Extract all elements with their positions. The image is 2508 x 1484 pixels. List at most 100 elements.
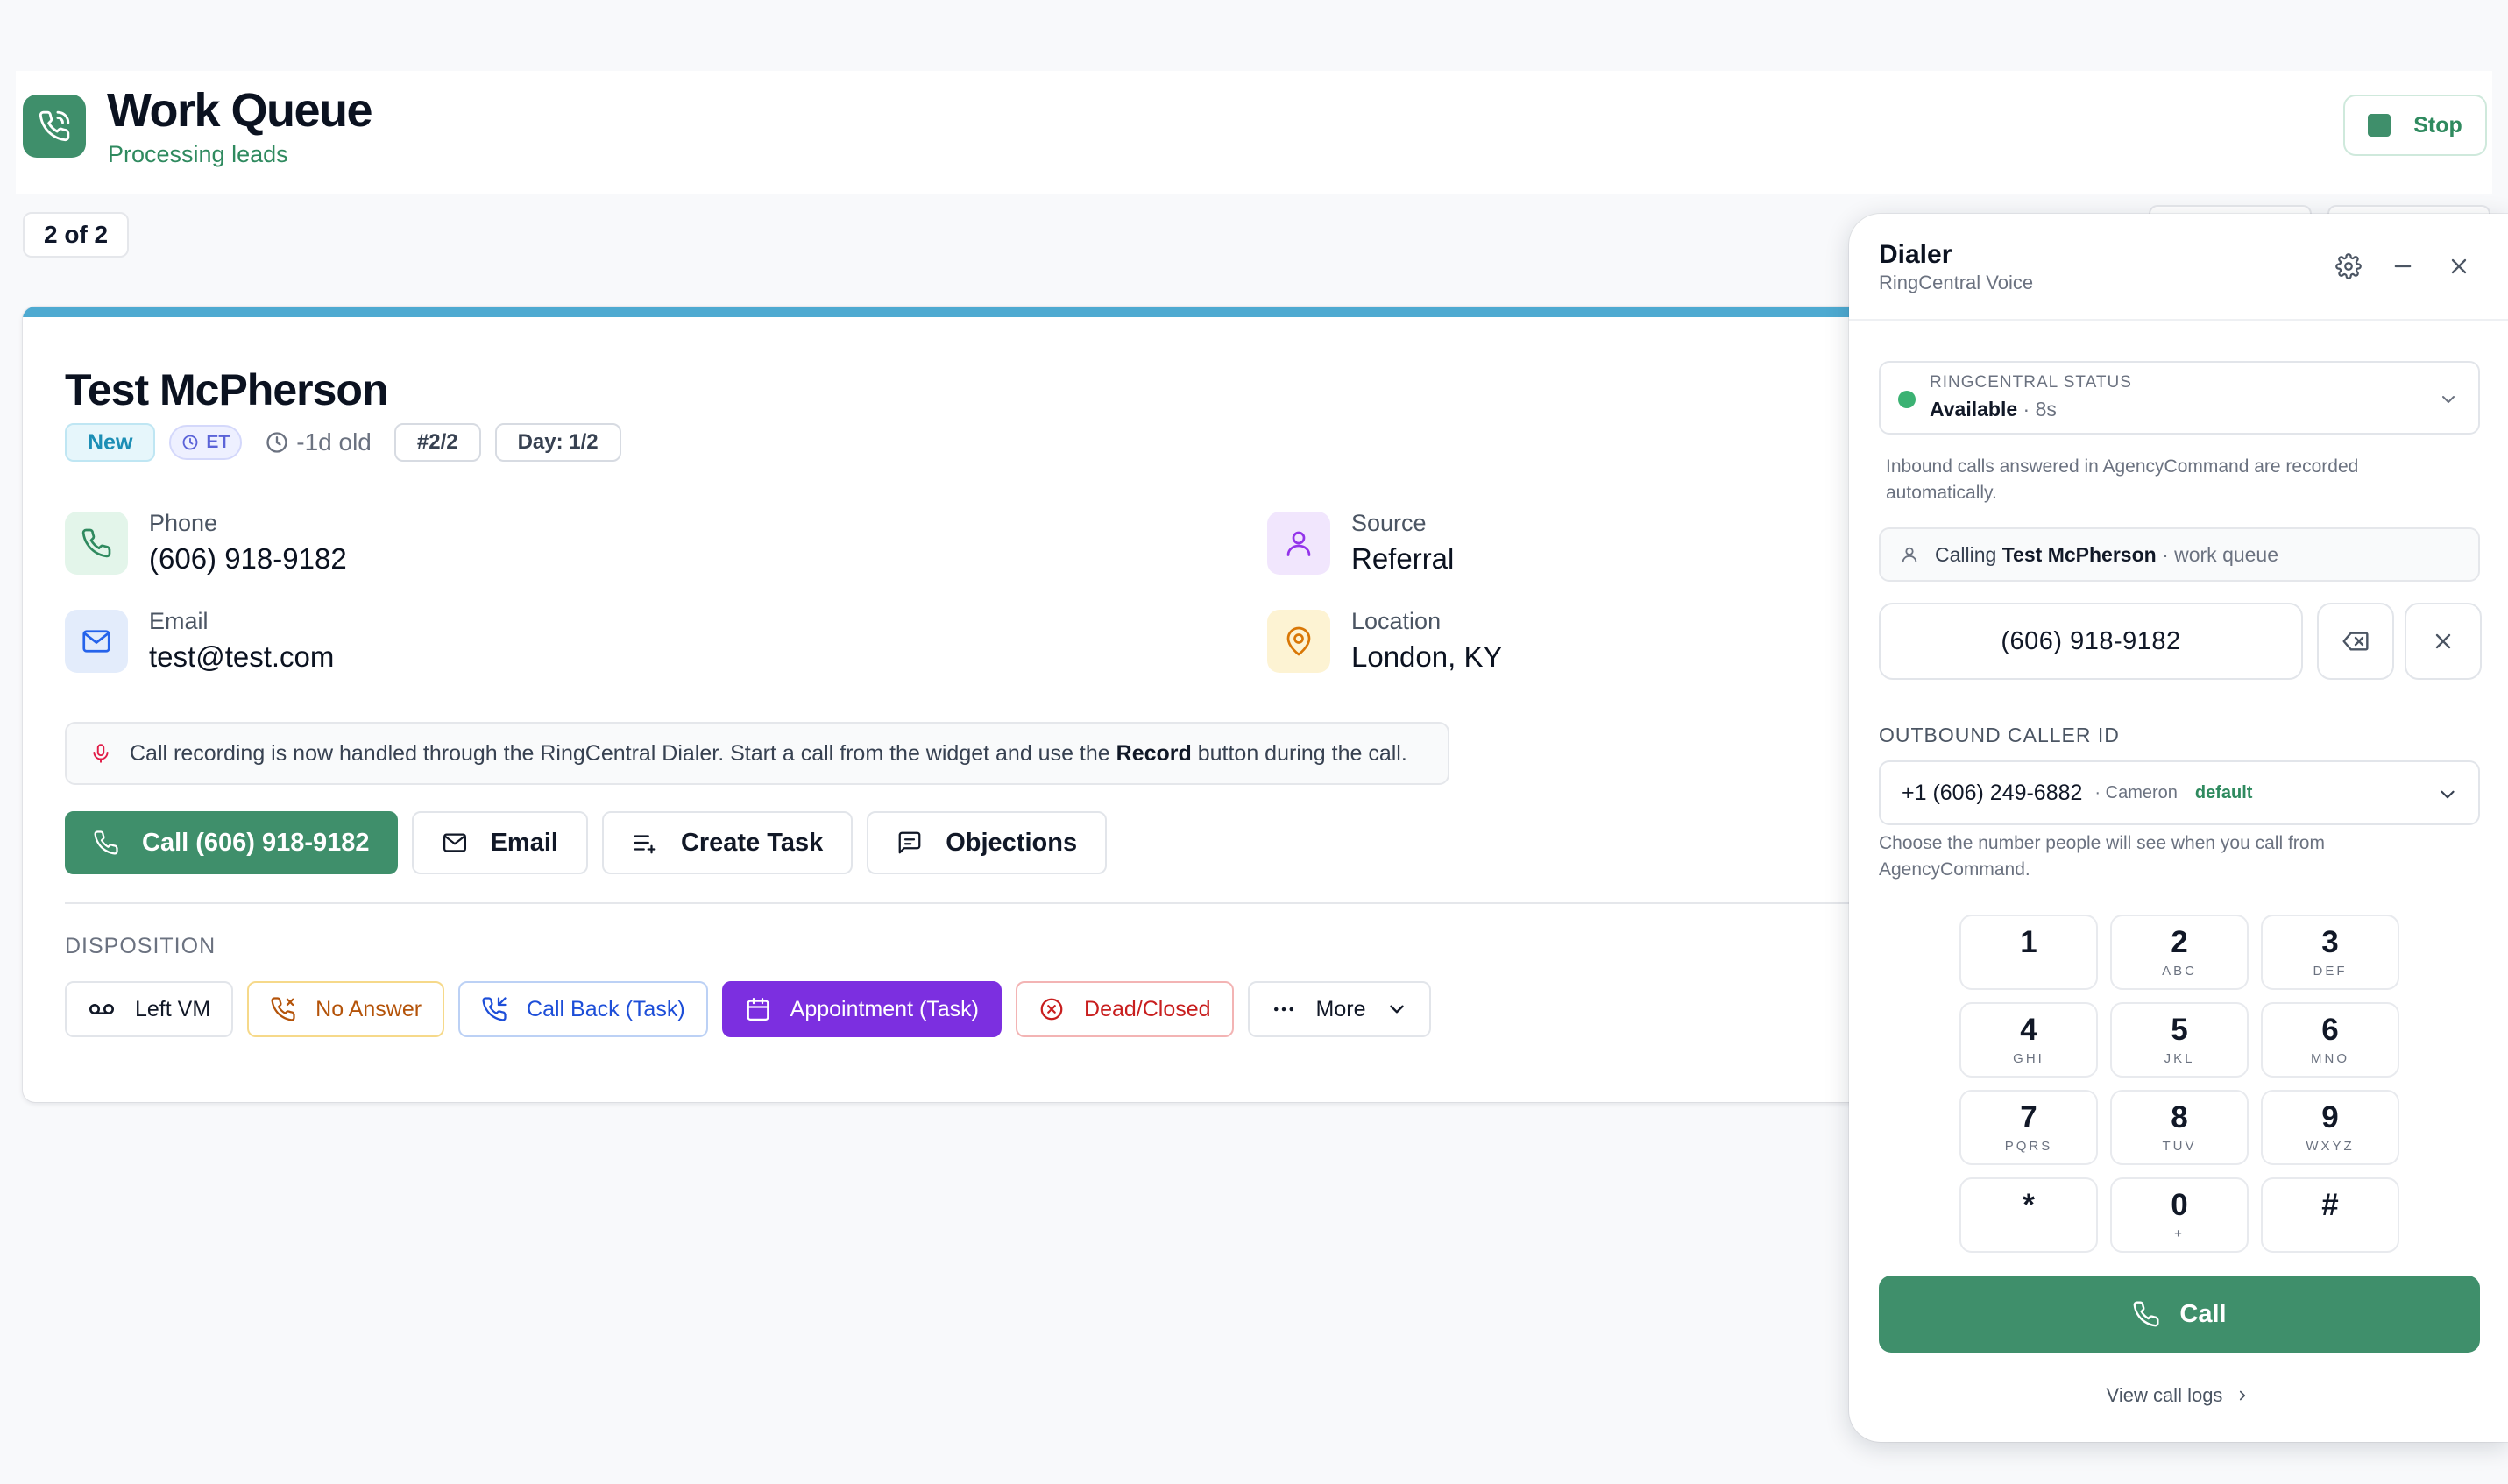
dial-call-button[interactable]: Call	[1879, 1276, 2480, 1353]
status-label: RINGCENTRAL STATUS	[1930, 373, 2132, 392]
calling-prefix: Calling	[1935, 542, 1997, 566]
call-lead-label: Call (606) 918-9182	[142, 828, 370, 857]
dead-closed-label: Dead/Closed	[1084, 996, 1211, 1021]
message-icon	[898, 831, 921, 854]
dialer-title: Dialer	[1879, 240, 1952, 269]
disposition-buttons: Left VM No Answer Call Back (Task) Appoi…	[65, 981, 1431, 1037]
keypad-key[interactable]: 5 JKL	[2110, 1002, 2249, 1078]
email-button-label: Email	[490, 828, 558, 857]
close-icon[interactable]	[2441, 249, 2476, 284]
close-icon	[2435, 633, 2451, 649]
caller-id-number: +1 (606) 249-6882	[1902, 780, 2083, 805]
caller-id-owner: · Cameron	[2094, 782, 2178, 802]
queue-position-badge: #2/2	[393, 423, 481, 462]
stop-button[interactable]: Stop	[2343, 95, 2487, 156]
location-field: Location London, KY	[1267, 608, 1502, 674]
dead-closed-button[interactable]: Dead/Closed	[1016, 981, 1234, 1037]
dial-call-label: Call	[2179, 1299, 2227, 1328]
backspace-icon	[2342, 632, 2369, 651]
backspace-button[interactable]	[2317, 603, 2394, 680]
call-lead-button[interactable]: Call (606) 918-9182	[65, 811, 398, 874]
no-answer-label: No Answer	[315, 996, 422, 1021]
lead-actions: Call (606) 918-9182 Email Create Task Ob…	[65, 811, 1108, 874]
lead-age-label: -1d old	[296, 428, 372, 456]
stop-label: Stop	[2413, 112, 2462, 138]
map-pin-icon	[1267, 609, 1330, 673]
clear-number-button[interactable]	[2405, 603, 2482, 680]
phone-icon	[2134, 1301, 2159, 1327]
list-plus-icon	[634, 835, 656, 854]
lead-chips: New ET -1d old #2/2 Day: 1/2	[65, 422, 621, 463]
caller-id-default-tag: default	[2194, 782, 2253, 802]
status-badge: New	[65, 423, 156, 462]
mail-icon	[65, 609, 128, 673]
keypad-key[interactable]: 0 +	[2110, 1177, 2249, 1253]
stop-icon	[2368, 114, 2391, 137]
notice-text-end: button during the call.	[1197, 740, 1407, 766]
card-accent-bar	[23, 307, 1898, 317]
keypad-key[interactable]: 3 DEF	[2261, 915, 2399, 990]
keypad-key[interactable]: 7 PQRS	[1959, 1090, 2098, 1165]
source-field: Source Referral	[1267, 510, 1454, 576]
keypad-key[interactable]: 9 WXYZ	[2261, 1090, 2399, 1165]
dialer-panel: Dialer RingCentral Voice RINGCENTRAL STA…	[1849, 214, 2508, 1442]
keypad-key[interactable]: *	[1959, 1177, 2098, 1253]
keypad-key[interactable]: #	[2261, 1177, 2399, 1253]
keypad-key[interactable]: 6 MNO	[2261, 1002, 2399, 1078]
email-button[interactable]: Email	[411, 811, 588, 874]
keypad-key[interactable]: 2 ABC	[2110, 915, 2249, 990]
dial-number-input[interactable]: (606) 918-9182	[1879, 603, 2303, 680]
recording-notice: Call recording is now handled through th…	[65, 722, 1449, 785]
timezone-badge: ET	[169, 425, 243, 460]
lead-name: Test McPherson	[65, 365, 388, 414]
timezone-label: ET	[206, 432, 230, 452]
keypad-key[interactable]: 1	[1959, 915, 2098, 990]
email-value[interactable]: test@test.com	[149, 640, 334, 674]
appointment-button[interactable]: Appointment (Task)	[721, 981, 1002, 1037]
keypad-key[interactable]: 8 TUV	[2110, 1090, 2249, 1165]
phone-app-icon	[23, 95, 86, 158]
call-back-label: Call Back (Task)	[527, 996, 685, 1021]
email-field: Email test@test.com	[65, 608, 334, 674]
location-label: Location	[1351, 608, 1442, 634]
source-value: Referral	[1351, 542, 1455, 575]
mail-icon	[443, 833, 466, 852]
no-answer-button[interactable]: No Answer	[247, 981, 445, 1037]
x-circle-icon	[1040, 998, 1063, 1021]
calendar-icon	[747, 998, 769, 1021]
objections-button[interactable]: Objections	[867, 811, 1108, 874]
create-task-button[interactable]: Create Task	[601, 811, 854, 874]
more-dropdown[interactable]: More	[1247, 981, 1431, 1037]
inbound-note: Inbound calls answered in AgencyCommand …	[1886, 456, 2359, 503]
divider	[1849, 319, 2508, 321]
page-title: Work Queue	[107, 84, 373, 137]
outbound-caller-id-label: OUTBOUND CALLER ID	[1879, 724, 2120, 746]
page-subtitle: Processing leads	[108, 141, 288, 167]
email-label: Email	[149, 608, 209, 634]
keypad-key[interactable]: 4 GHI	[1959, 1002, 2098, 1078]
notice-bold: Record	[1116, 740, 1192, 766]
location-value: London, KY	[1351, 640, 1503, 673]
settings-icon[interactable]	[2331, 249, 2366, 284]
status-value: Available · 8s	[1930, 398, 2057, 420]
call-back-button[interactable]: Call Back (Task)	[458, 981, 708, 1037]
minimize-icon[interactable]	[2385, 249, 2420, 284]
view-call-logs-link[interactable]: View call logs	[1849, 1384, 2508, 1407]
user-icon	[1902, 547, 1917, 563]
clock-icon	[182, 435, 198, 450]
left-vm-button[interactable]: Left VM	[65, 981, 234, 1037]
user-icon	[1267, 511, 1330, 575]
day-badge: Day: 1/2	[494, 423, 621, 462]
voicemail-icon	[89, 1004, 114, 1014]
dialer-subtitle: RingCentral Voice	[1879, 272, 2034, 293]
ringcentral-status-select[interactable]: RINGCENTRAL STATUS Available · 8s	[1879, 361, 2480, 435]
calling-context: Calling Test McPherson · work queue	[1879, 527, 2480, 582]
phone-value[interactable]: (606) 918-9182	[149, 542, 347, 576]
outbound-caller-id-select[interactable]: +1 (606) 249-6882 · Cameron default	[1879, 760, 2480, 825]
phone-icon	[65, 511, 128, 575]
left-vm-label: Left VM	[135, 996, 211, 1021]
phone-field: Phone (606) 918-9182	[65, 510, 347, 576]
clock-icon	[266, 432, 287, 453]
phone-label: Phone	[149, 510, 218, 536]
divider	[65, 902, 1898, 904]
